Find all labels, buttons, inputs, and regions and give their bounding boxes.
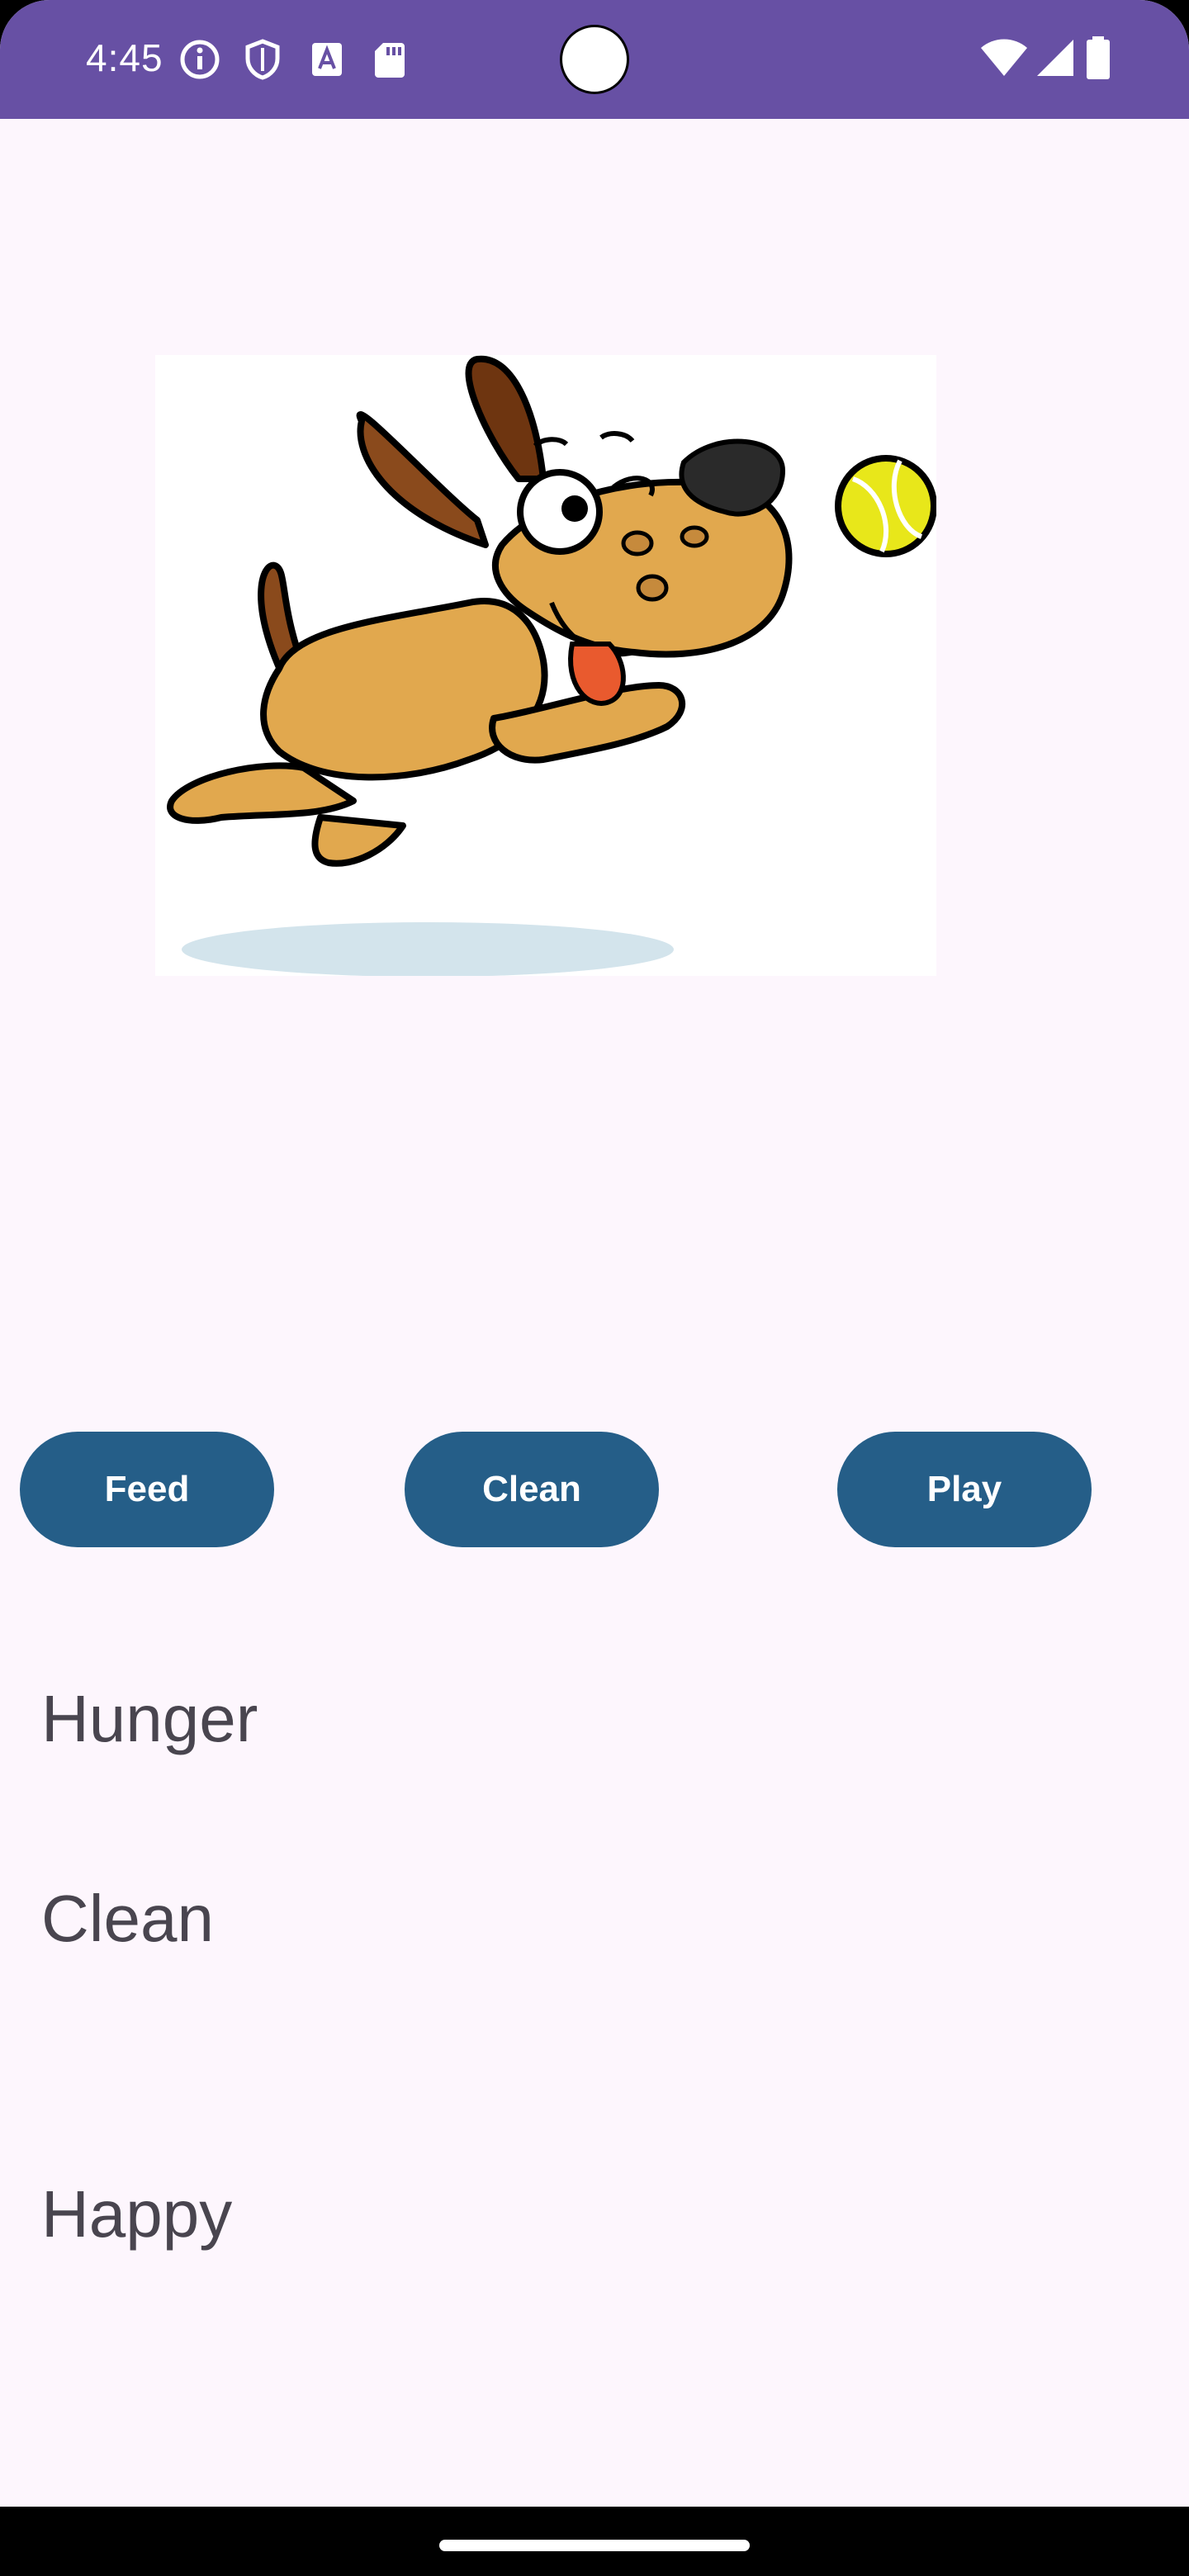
signal-icon <box>1034 36 1077 79</box>
app-screen: 4:45 Feed Clean Play Hunger Clean Happy <box>0 0 1189 2576</box>
navigation-bar <box>0 2507 1189 2576</box>
camera-cutout <box>560 25 629 94</box>
shield-icon <box>241 38 284 81</box>
feed-button[interactable]: Feed <box>20 1432 274 1547</box>
sd-card-icon <box>368 38 411 81</box>
play-button[interactable]: Play <box>837 1432 1092 1547</box>
clean-label: Clean <box>41 1882 215 1955</box>
happy-label: Happy <box>41 2177 233 2251</box>
wifi-icon <box>979 36 1029 79</box>
shadow-shape <box>182 922 674 976</box>
clean-button[interactable]: Clean <box>405 1432 659 1547</box>
dog-catching-ball-illustration <box>155 355 936 976</box>
status-bar: 4:45 <box>0 0 1189 119</box>
font-a-icon <box>306 38 348 81</box>
home-gesture-handle[interactable] <box>439 2540 750 2551</box>
info-icon <box>178 38 221 81</box>
hunger-label: Hunger <box>41 1682 258 1755</box>
status-time: 4:45 <box>86 36 163 79</box>
battery-icon <box>1082 35 1115 81</box>
dog-illustration-svg <box>167 355 936 976</box>
